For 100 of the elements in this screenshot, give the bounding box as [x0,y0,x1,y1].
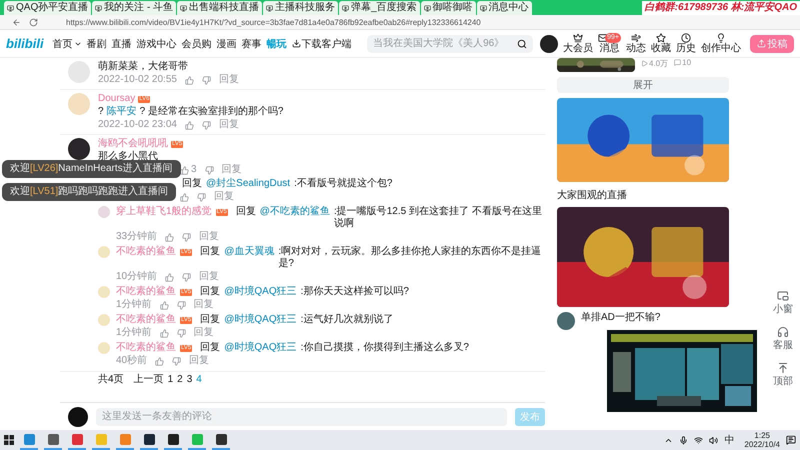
welcome-toast: 欢迎[LV51]跑吗跑吗跑跑进入直播间 [2,183,176,201]
nav-link[interactable]: 游戏中心 [136,36,177,50]
user-mention[interactable]: @时境QAQ狂三 [224,342,297,354]
user-mention[interactable]: @血天翼魂 [224,246,274,258]
search-icon[interactable] [517,38,528,48]
tab-icon [180,4,188,12]
user-avatar [68,406,88,426]
header-action[interactable]: 创作中心 [701,33,741,54]
taskbar-app-icon[interactable] [216,434,226,444]
dislike-icon[interactable] [202,76,211,84]
live-title[interactable]: 单排AD一把不输? [581,312,660,324]
volume-icon[interactable] [709,436,718,444]
prev-page-link[interactable]: 上一页 [134,374,164,386]
float-button[interactable]: 顶部 [773,362,793,388]
back-icon[interactable] [12,18,21,26]
user-mention[interactable]: @不吃素的鲨鱼 [260,206,330,218]
network-icon[interactable] [694,436,704,444]
headset-icon [777,326,789,338]
reply-text: :运气好几次就别说了 [300,314,394,326]
reply-prefix: 回复 [200,246,220,258]
browser-tab[interactable]: 御嗒御嗒 [420,1,476,15]
comment-time: 2022-10-02 23:04 [98,119,177,131]
comment-text: ? 是经常在实验室排到的那个吗? [140,106,284,118]
tab-icon [7,4,14,12]
taskbar-app-icon[interactable] [168,434,178,444]
comment-time: 2022-10-02 20:55 [98,74,177,86]
reply-prefix: 回复 [200,286,220,298]
comment-field[interactable]: 这里发送一条友善的评论 [96,408,507,426]
nav-link[interactable]: 番剧 [86,36,107,50]
user-mention[interactable]: @时境QAQ狂三 [224,286,297,298]
header-action[interactable]: 历史 [676,33,696,54]
video-stat: 4.0万 [641,58,668,69]
tab-icon [424,4,431,12]
header-action[interactable]: 大会员 [563,33,594,54]
comment-time: 1分钟前 [116,327,152,339]
reply-prefix: 回复 [200,342,220,354]
tab-icon [342,4,350,12]
expand-button[interactable]: 展开 [557,77,729,93]
browser-tab[interactable]: 消息中心 [476,1,532,15]
nav-link[interactable]: 会员购 [182,36,212,50]
nav-link[interactable]: 首页 [52,36,82,50]
page-link[interactable]: 2 [177,374,183,386]
dislike-icon[interactable] [182,232,192,242]
mail-icon [598,33,608,43]
header-action[interactable]: 动态 [626,33,646,54]
tab-icon [95,4,102,12]
float-button[interactable]: 小窗 [773,290,793,316]
comment-icon [674,59,682,66]
dislike-icon[interactable] [204,166,214,174]
browser-tab[interactable]: 我的关注 - 斗鱼 [92,1,176,15]
crown-icon [573,33,584,43]
dislike-icon[interactable] [197,192,206,202]
header-action[interactable]: 收藏 [651,33,671,54]
user-avatar[interactable] [68,138,90,160]
input-method[interactable]: 中 [724,433,734,447]
dislike-icon[interactable] [182,272,192,282]
taskbar-clock[interactable]: 1:25 2022/10/4 [744,431,780,449]
to-top-icon [777,362,789,374]
reply-prefix: 回复 [182,178,202,190]
user-mention[interactable]: @时境QAQ狂三 [224,314,297,326]
page-link[interactable]: 3 [186,374,192,386]
nav-link[interactable]: 漫画 [216,36,237,50]
comment-time: 1分钟前 [116,299,152,311]
page-link[interactable]: 1 [168,374,174,386]
tab-icon [480,4,487,12]
dislike-icon[interactable] [176,328,186,338]
nav-link[interactable]: 直播 [112,36,132,50]
notification-icon[interactable] [786,435,796,445]
user-avatar[interactable] [540,34,558,52]
dislike-icon[interactable] [176,300,186,310]
stream-overlay-text: 白鹤群:617989736 林:流平安QAO [642,1,800,15]
upload-icon [756,39,766,48]
reply-text: :那你天天这样捡可以吗? [300,286,409,298]
comment-text: ? [98,106,104,118]
reply-text: :啊对对对，云玩家。那么多挂你抢人家挂的东西你不是挂逼是? [278,246,542,270]
float-button[interactable]: 客服 [773,326,793,352]
user-mention[interactable]: @封尘SealingDust [206,178,290,190]
mini-window-icon [777,290,789,302]
taskbar-app-icon[interactable] [144,434,154,444]
dislike-icon[interactable] [172,356,182,366]
user-mention[interactable]: 陈平安 [106,106,137,118]
page-count: 共4页 [98,374,124,386]
microphone-icon[interactable] [679,436,688,444]
comment-time: 40秒前 [116,355,148,367]
browser-tab[interactable]: 弹幕_百度搜索 [339,1,420,15]
reload-icon[interactable] [29,18,38,26]
browser-tab[interactable]: 主播科技服务 [263,1,338,15]
streamer-avatar[interactable] [557,312,575,330]
windows-start-icon[interactable] [4,435,14,445]
like-icon[interactable] [180,166,189,174]
tab-icon [266,4,274,12]
comment-text: 那么多小黑代 [98,151,158,162]
nav-link[interactable]: 下载客户端 [292,36,352,50]
nav-link[interactable]: 赛事 [242,36,262,50]
comment-time: 33分钟前 [116,231,158,243]
wind-icon [631,33,641,43]
browser-tab[interactable]: 出售端科技直播 [177,1,262,15]
browser-tab[interactable]: QAQ孙平安直播 [4,1,92,15]
comment-text: 萌新菜菜，大佬哥带 [98,61,188,73]
dislike-icon[interactable] [202,120,211,130]
